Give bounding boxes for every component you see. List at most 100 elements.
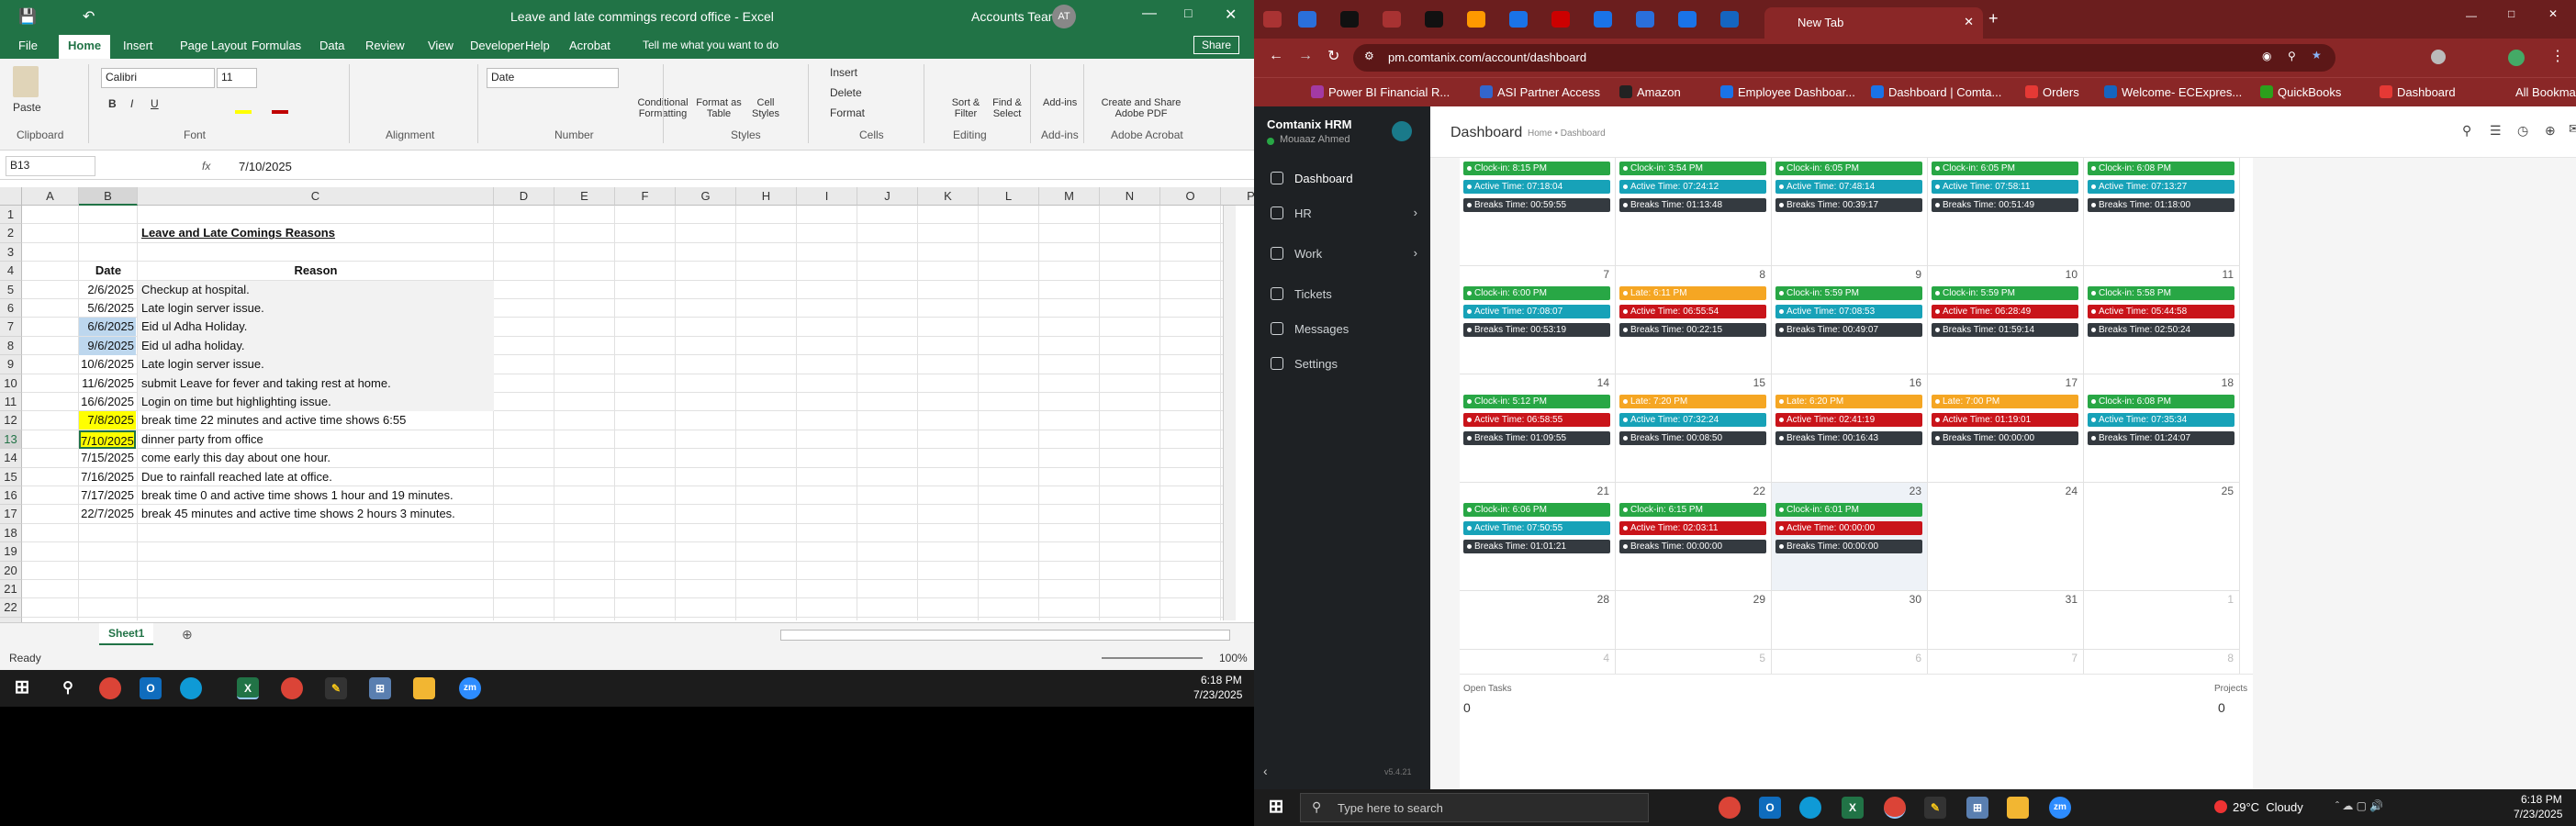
tab-favicon-2[interactable] — [1340, 11, 1359, 28]
back-icon[interactable]: ← — [1269, 48, 1283, 64]
select-all-corner[interactable] — [0, 187, 22, 206]
chrome-icon[interactable] — [99, 677, 121, 699]
column-header-f[interactable]: F — [615, 187, 676, 206]
extension-icon[interactable] — [2431, 50, 2446, 64]
tab-list-icon[interactable] — [1263, 11, 1282, 28]
bookmark-item[interactable]: Orders — [2025, 85, 2079, 99]
reason-cell[interactable]: Login on time but highlighting issue. — [141, 393, 331, 411]
column-header-h[interactable]: H — [736, 187, 797, 206]
cell-styles-button[interactable]: Cell Styles — [747, 97, 784, 119]
horizontal-scrollbar[interactable] — [780, 630, 1230, 641]
excel-icon[interactable]: X — [1842, 797, 1864, 819]
column-header-c[interactable]: C — [138, 187, 494, 206]
reason-cell[interactable]: Late login server issue. — [141, 299, 264, 318]
attendance-event-in[interactable]: Clock-in: 6:05 PM — [1932, 162, 2078, 175]
row-header-22[interactable]: 22 — [0, 598, 22, 618]
name-box[interactable]: B13 — [6, 156, 95, 176]
zoom-level[interactable]: 100% — [1219, 652, 1248, 664]
tab-favicon-8[interactable] — [1594, 11, 1612, 28]
new-tab-icon[interactable]: + — [1988, 9, 1999, 28]
menu-icon[interactable]: ⋮ — [2550, 47, 2565, 65]
tab-data[interactable]: Data — [319, 39, 344, 52]
reason-cell[interactable]: Eid ul adha holiday. — [141, 337, 245, 355]
date-cell[interactable]: 7/10/2025 — [79, 430, 136, 449]
sidebar-item-tickets[interactable]: Tickets — [1254, 285, 1430, 305]
reason-cell[interactable]: break 45 minutes and active time shows 2… — [141, 505, 455, 523]
tab-new-tab[interactable]: New Tab ✕ — [1764, 7, 1983, 39]
attendance-event-in[interactable]: Clock-in: 6:05 PM — [1775, 162, 1922, 175]
column-header-m[interactable]: M — [1039, 187, 1100, 206]
attendance-event-in[interactable]: Clock-in: 5:58 PM — [2088, 286, 2234, 300]
row-header-10[interactable]: 10 — [0, 374, 22, 393]
column-header-j[interactable]: J — [857, 187, 918, 206]
row-header-12[interactable]: 12 — [0, 411, 22, 430]
column-header-n[interactable]: N — [1100, 187, 1160, 206]
attendance-event-brk[interactable]: Breaks Time: 01:09:55 — [1463, 431, 1610, 445]
close-window-icon[interactable]: ✕ — [2548, 7, 2558, 20]
location-icon[interactable]: ◉ — [2262, 50, 2271, 62]
attendance-event-act[interactable]: Active Time: 07:35:34 — [2088, 413, 2234, 427]
tab-favicon-6[interactable] — [1509, 11, 1528, 28]
attendance-event-in[interactable]: Clock-in: 6:00 PM — [1463, 286, 1610, 300]
tab-formulas[interactable]: Formulas — [252, 39, 301, 52]
sidebar-item-messages[interactable]: Messages — [1254, 319, 1430, 340]
calendar-day[interactable]: 9 Clock-in: 5:59 PM Active Time: 07:08:53 B… — [1772, 266, 1928, 374]
attendance-event-actr[interactable]: Active Time: 02:03:11 — [1619, 521, 1766, 535]
date-cell[interactable]: 2/6/2025 — [79, 281, 136, 299]
outlook-icon[interactable]: O — [1759, 797, 1781, 819]
number-format-select[interactable]: Date — [487, 68, 619, 88]
calendar-day[interactable]: Clock-in: 8:15 PM Active Time: 07:18:04 Br… — [1460, 158, 1616, 266]
sort-filter-button[interactable]: Sort & Filter — [946, 97, 986, 119]
close-icon[interactable]: ✕ — [1225, 6, 1237, 24]
tab-favicon-9[interactable] — [1636, 11, 1654, 28]
sidebar-item-work[interactable]: Work › — [1254, 244, 1430, 264]
avatar[interactable]: AT — [1052, 5, 1076, 28]
date-cell[interactable]: 7/15/2025 — [79, 449, 136, 467]
delete-cells-button[interactable]: Delete — [830, 86, 862, 99]
row-header-19[interactable]: 19 — [0, 542, 22, 562]
font-name-select[interactable]: Calibri — [101, 68, 215, 88]
windows-start-icon[interactable]: ⊞ — [11, 677, 33, 699]
row-header-17[interactable]: 17 — [0, 505, 22, 524]
reason-cell[interactable]: Checkup at hospital. — [141, 281, 250, 299]
tab-insert[interactable]: Insert — [123, 39, 153, 52]
row-header-21[interactable]: 21 — [0, 580, 22, 599]
column-header-l[interactable]: L — [979, 187, 1039, 206]
attendance-event-brk[interactable]: Breaks Time: 02:50:24 — [2088, 323, 2234, 337]
url-text[interactable]: pm.comtanix.com/account/dashboard — [1388, 50, 1586, 64]
attendance-event-late[interactable]: Late: 6:20 PM — [1775, 395, 1922, 408]
find-select-button[interactable]: Find & Select — [986, 97, 1028, 119]
tab-favicon-4[interactable] — [1425, 11, 1443, 28]
date-cell[interactable]: 16/6/2025 — [79, 393, 136, 411]
minimize-icon[interactable]: — — [1142, 6, 1157, 22]
logo-icon[interactable] — [1392, 121, 1412, 141]
attendance-event-brk[interactable]: Breaks Time: 00:49:07 — [1775, 323, 1922, 337]
attendance-event-act[interactable]: Active Time: 07:08:07 — [1463, 305, 1610, 318]
windows-start-icon[interactable]: ⊞ — [1265, 797, 1287, 819]
tasks-icon[interactable]: ☰ — [2490, 123, 2502, 139]
bold-button[interactable]: B — [108, 97, 117, 110]
calendar-day[interactable]: 28 — [1460, 591, 1616, 650]
row-header-16[interactable]: 16 — [0, 486, 22, 506]
chrome-icon-2[interactable] — [281, 677, 303, 699]
attendance-event-brk[interactable]: Breaks Time: 00:00:00 — [1775, 540, 1922, 553]
tab-home[interactable]: Home — [59, 35, 111, 59]
date-cell[interactable]: 11/6/2025 — [79, 374, 136, 393]
zoom-app-icon[interactable]: zm — [2049, 797, 2071, 819]
maximize-icon[interactable]: □ — [2508, 7, 2514, 20]
attendance-event-in[interactable]: Clock-in: 6:08 PM — [2088, 162, 2234, 175]
row-header-13[interactable]: 13 — [0, 430, 22, 450]
calendar-day[interactable]: 7 Clock-in: 6:00 PM Active Time: 07:08:07 B… — [1460, 266, 1616, 374]
font-size-select[interactable]: 11 — [217, 68, 257, 88]
tab-view[interactable]: View — [428, 39, 454, 52]
calendar-day[interactable]: 23 Clock-in: 6:01 PM Active Time: 00:00:00… — [1772, 483, 1928, 591]
calendar-day[interactable]: 18 Clock-in: 6:08 PM Active Time: 07:35:34… — [2084, 374, 2240, 483]
bookmark-item[interactable]: Amazon — [1619, 85, 1681, 99]
sticky-notes-icon[interactable]: ✎ — [1924, 797, 1946, 819]
notifications-icon[interactable]: ✉ — [2569, 121, 2576, 137]
column-header-e[interactable]: E — [554, 187, 615, 206]
font-color-icon[interactable] — [272, 110, 288, 114]
spreadsheet-grid[interactable]: A B C D E F G H I J K L M N O P 1 2 3 4 5 6 7 8 9 10 11 12 13 14 15 16 1… — [0, 187, 1254, 637]
attendance-event-brk[interactable]: Breaks Time: 00:08:50 — [1619, 431, 1766, 445]
create-pdf-button[interactable]: Create and Share Adobe PDF — [1098, 97, 1184, 119]
